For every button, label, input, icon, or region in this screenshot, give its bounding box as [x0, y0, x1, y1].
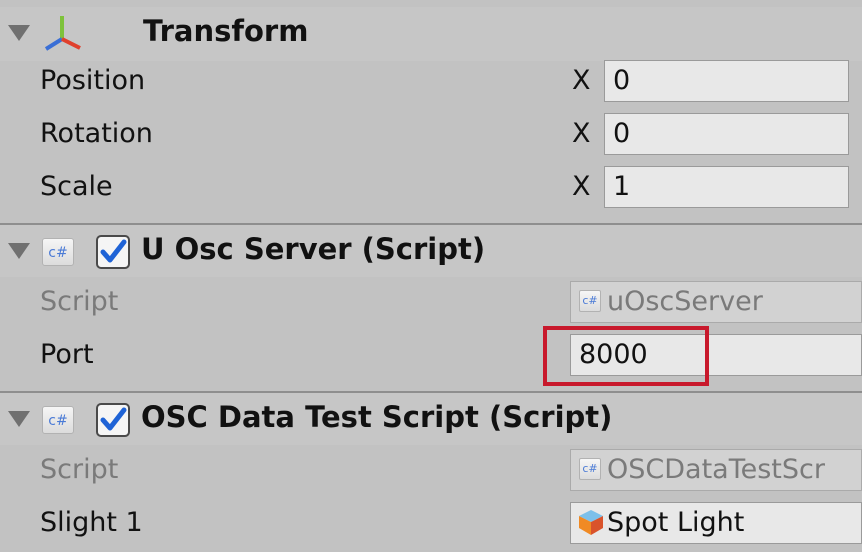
fold-arrow-icon[interactable] [8, 25, 30, 41]
fold-arrow-icon[interactable] [8, 243, 30, 259]
osc-test-title: OSC Data Test Script (Script) [141, 400, 613, 434]
position-x-field[interactable]: 0 [604, 60, 849, 102]
rotation-x-label[interactable]: X [572, 108, 591, 160]
csharp-script-icon: c# [579, 289, 601, 312]
osc-test-script-field: c# OSCDataTestScr [570, 449, 862, 491]
checkmark-icon [100, 239, 127, 263]
osc-server-script-field: c# uOscServer [570, 281, 862, 323]
checkmark-icon [100, 407, 127, 431]
csharp-script-icon: c# [42, 238, 74, 266]
gameobject-cube-icon [579, 509, 603, 535]
slight-object-field[interactable]: Spot Light [570, 502, 862, 544]
csharp-script-icon: c# [42, 406, 74, 434]
osc-test-header[interactable]: c# OSC Data Test Script (Script) [0, 391, 862, 445]
csharp-script-icon: c# [579, 457, 601, 480]
osc-test-enabled-checkbox[interactable] [96, 403, 130, 437]
osc-server-header[interactable]: c# U Osc Server (Script) [0, 223, 862, 277]
slight-object-value: Spot Light [607, 507, 745, 538]
osc-server-script-label: Script [40, 286, 119, 317]
highlight-box [543, 326, 709, 386]
position-x-label[interactable]: X [572, 55, 591, 107]
slight-label: Slight 1 [40, 507, 143, 538]
fold-arrow-icon[interactable] [8, 411, 30, 427]
port-label: Port [40, 339, 94, 370]
transform-icon [44, 16, 81, 51]
scale-label: Scale [40, 171, 113, 202]
transform-title: Transform [143, 14, 309, 48]
osc-server-title: U Osc Server (Script) [141, 232, 486, 266]
scale-x-label[interactable]: X [572, 161, 591, 213]
scale-x-field[interactable]: 1 [604, 166, 849, 208]
osc-server-script-value: uOscServer [607, 286, 763, 317]
rotation-label: Rotation [40, 118, 153, 149]
transform-header[interactable]: Transform [0, 7, 862, 61]
osc-test-script-value: OSCDataTestScr [607, 454, 825, 485]
osc-server-enabled-checkbox[interactable] [96, 235, 130, 269]
rotation-x-field[interactable]: 0 [604, 113, 849, 155]
position-label: Position [40, 65, 146, 96]
osc-test-script-label: Script [40, 454, 119, 485]
